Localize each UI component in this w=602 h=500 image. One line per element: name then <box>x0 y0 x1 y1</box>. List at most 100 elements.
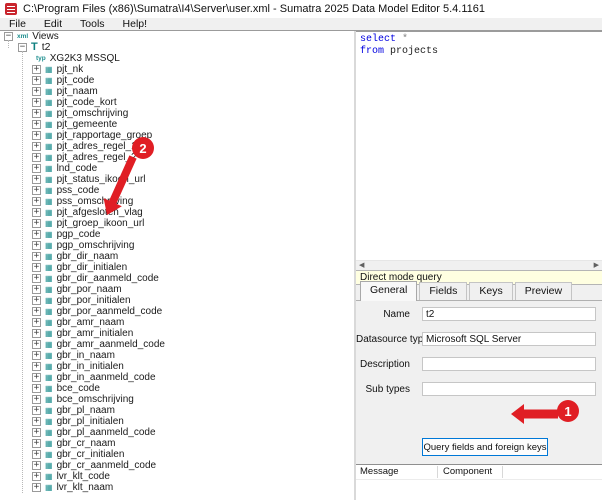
tab-general[interactable]: General <box>360 281 417 301</box>
menu-tools[interactable]: Tools <box>71 18 114 30</box>
tree-item-field[interactable]: +▦bce_omschrijving <box>0 394 354 405</box>
tree-item-field[interactable]: +▦pjt_groep_ikoon_url <box>0 218 354 229</box>
tree-item-field[interactable]: +▦pjt_adres_regel_2 <box>0 152 354 163</box>
expand-icon[interactable]: + <box>32 483 41 492</box>
tree-item-field[interactable]: +▦lnd_code <box>0 163 354 174</box>
expand-icon[interactable]: + <box>32 175 41 184</box>
tree-item-field[interactable]: +▦gbr_por_aanmeld_code <box>0 306 354 317</box>
tree-item-field[interactable]: +▦pss_code <box>0 185 354 196</box>
tree-item-views[interactable]: −xmlViews <box>0 31 354 42</box>
expand-icon[interactable]: + <box>32 329 41 338</box>
tree-item-field[interactable]: +▦gbr_cr_aanmeld_code <box>0 460 354 471</box>
tree-item-field[interactable]: +▦pss_omschrijving <box>0 196 354 207</box>
expand-icon[interactable]: + <box>32 296 41 305</box>
column-separator[interactable] <box>502 466 503 478</box>
menu-edit[interactable]: Edit <box>35 18 71 30</box>
expand-icon[interactable]: + <box>32 208 41 217</box>
name-field[interactable] <box>422 307 596 321</box>
tree-item-field[interactable]: +▦pjt_omschrijving <box>0 108 354 119</box>
expand-icon[interactable]: + <box>32 65 41 74</box>
column-header-component[interactable]: Component <box>443 465 492 479</box>
tree-item-field[interactable]: +▦gbr_dir_aanmeld_code <box>0 273 354 284</box>
expand-icon[interactable]: + <box>32 153 41 162</box>
expand-icon[interactable]: + <box>32 362 41 371</box>
expand-icon[interactable]: + <box>32 340 41 349</box>
expand-icon[interactable]: + <box>32 417 41 426</box>
expand-icon[interactable]: + <box>32 87 41 96</box>
expand-icon[interactable]: + <box>32 219 41 228</box>
expand-icon[interactable]: + <box>32 384 41 393</box>
expand-icon[interactable]: + <box>32 373 41 382</box>
column-header-message[interactable]: Message <box>360 465 399 479</box>
tree-item-field[interactable]: +▦gbr_pl_naam <box>0 405 354 416</box>
expand-icon[interactable]: + <box>32 98 41 107</box>
expand-icon[interactable]: + <box>32 252 41 261</box>
expand-icon[interactable]: + <box>32 406 41 415</box>
expand-icon[interactable]: + <box>32 395 41 404</box>
tree-item-field[interactable]: +▦pjt_code_kort <box>0 97 354 108</box>
expand-icon[interactable]: + <box>32 318 41 327</box>
expand-icon[interactable]: + <box>32 461 41 470</box>
tree-item-field[interactable]: +▦gbr_cr_naam <box>0 438 354 449</box>
tree-item-field[interactable]: +▦lvr_klt_code <box>0 471 354 482</box>
tree-item-datasource-type[interactable]: typXG2K3 MSSQL <box>0 53 354 64</box>
expand-icon[interactable]: + <box>32 164 41 173</box>
tree-item-field[interactable]: +▦pjt_adres_regel_1 <box>0 141 354 152</box>
tree-item-table-t2[interactable]: −Tt2 <box>0 42 354 53</box>
tab-fields[interactable]: Fields <box>419 282 467 300</box>
tree-item-field[interactable]: +▦gbr_pl_initialen <box>0 416 354 427</box>
description-field[interactable] <box>422 357 596 371</box>
expand-icon[interactable]: + <box>32 131 41 140</box>
query-fields-button[interactable]: Query fields and foreign keys <box>422 438 548 456</box>
tree-item-field[interactable]: +▦gbr_in_initialen <box>0 361 354 372</box>
tree-item-field[interactable]: +▦lvr_klt_naam <box>0 482 354 493</box>
tree-item-field[interactable]: +▦pjt_afgesloten_vlag <box>0 207 354 218</box>
expand-icon[interactable]: + <box>32 76 41 85</box>
tree-item-field[interactable]: +▦gbr_in_aanmeld_code <box>0 372 354 383</box>
expand-icon[interactable]: + <box>32 428 41 437</box>
expand-icon[interactable]: + <box>32 351 41 360</box>
expand-icon[interactable]: + <box>32 285 41 294</box>
menu-bar: File Edit Tools Help! <box>0 18 602 31</box>
expand-icon[interactable]: + <box>32 274 41 283</box>
menu-file[interactable]: File <box>0 18 35 30</box>
tree-item-field[interactable]: +▦gbr_por_initialen <box>0 295 354 306</box>
tree-item-field[interactable]: +▦pjt_naam <box>0 86 354 97</box>
tree-item-field[interactable]: +▦gbr_dir_initialen <box>0 262 354 273</box>
expand-icon[interactable]: + <box>32 230 41 239</box>
tree-item-field[interactable]: +▦pgp_omschrijving <box>0 240 354 251</box>
expand-icon[interactable]: + <box>32 439 41 448</box>
expand-icon[interactable]: + <box>32 197 41 206</box>
expand-icon[interactable]: + <box>32 241 41 250</box>
sql-query-editor[interactable]: select * from projects <box>356 32 602 260</box>
tree-item-field[interactable]: +▦gbr_dir_naam <box>0 251 354 262</box>
tree-item-field[interactable]: +▦pjt_status_ikoon_url <box>0 174 354 185</box>
tree-item-field[interactable]: +▦pgp_code <box>0 229 354 240</box>
tree-item-field[interactable]: +▦gbr_amr_aanmeld_code <box>0 339 354 350</box>
expand-icon[interactable]: + <box>32 472 41 481</box>
tree-item-field[interactable]: +▦gbr_por_naam <box>0 284 354 295</box>
tree-item-field[interactable]: +▦pjt_rapportage_groep <box>0 130 354 141</box>
tree-item-field[interactable]: +▦bce_code <box>0 383 354 394</box>
tree-item-field[interactable]: +▦gbr_amr_initialen <box>0 328 354 339</box>
sub-types-field[interactable] <box>422 382 596 396</box>
expand-icon[interactable]: + <box>32 450 41 459</box>
tree-item-field[interactable]: +▦gbr_amr_naam <box>0 317 354 328</box>
expand-icon[interactable]: + <box>32 142 41 151</box>
expand-icon[interactable]: + <box>32 186 41 195</box>
tree-item-field[interactable]: +▦gbr_in_naam <box>0 350 354 361</box>
tab-preview[interactable]: Preview <box>515 282 572 300</box>
tree-item-field[interactable]: +▦pjt_nk <box>0 64 354 75</box>
menu-help[interactable]: Help! <box>114 18 157 30</box>
expand-icon[interactable]: + <box>32 263 41 272</box>
tree-item-field[interactable]: +▦gbr_cr_initialen <box>0 449 354 460</box>
column-separator[interactable] <box>437 466 438 478</box>
expand-icon[interactable]: + <box>32 307 41 316</box>
expand-icon[interactable]: + <box>32 120 41 129</box>
expand-icon[interactable]: + <box>32 109 41 118</box>
tree-item-field[interactable]: +▦pjt_gemeente <box>0 119 354 130</box>
tab-keys[interactable]: Keys <box>469 282 512 300</box>
tree-item-field[interactable]: +▦gbr_pl_aanmeld_code <box>0 427 354 438</box>
tree-item-field[interactable]: +▦pjt_code <box>0 75 354 86</box>
datasource-type-field[interactable] <box>422 332 596 346</box>
